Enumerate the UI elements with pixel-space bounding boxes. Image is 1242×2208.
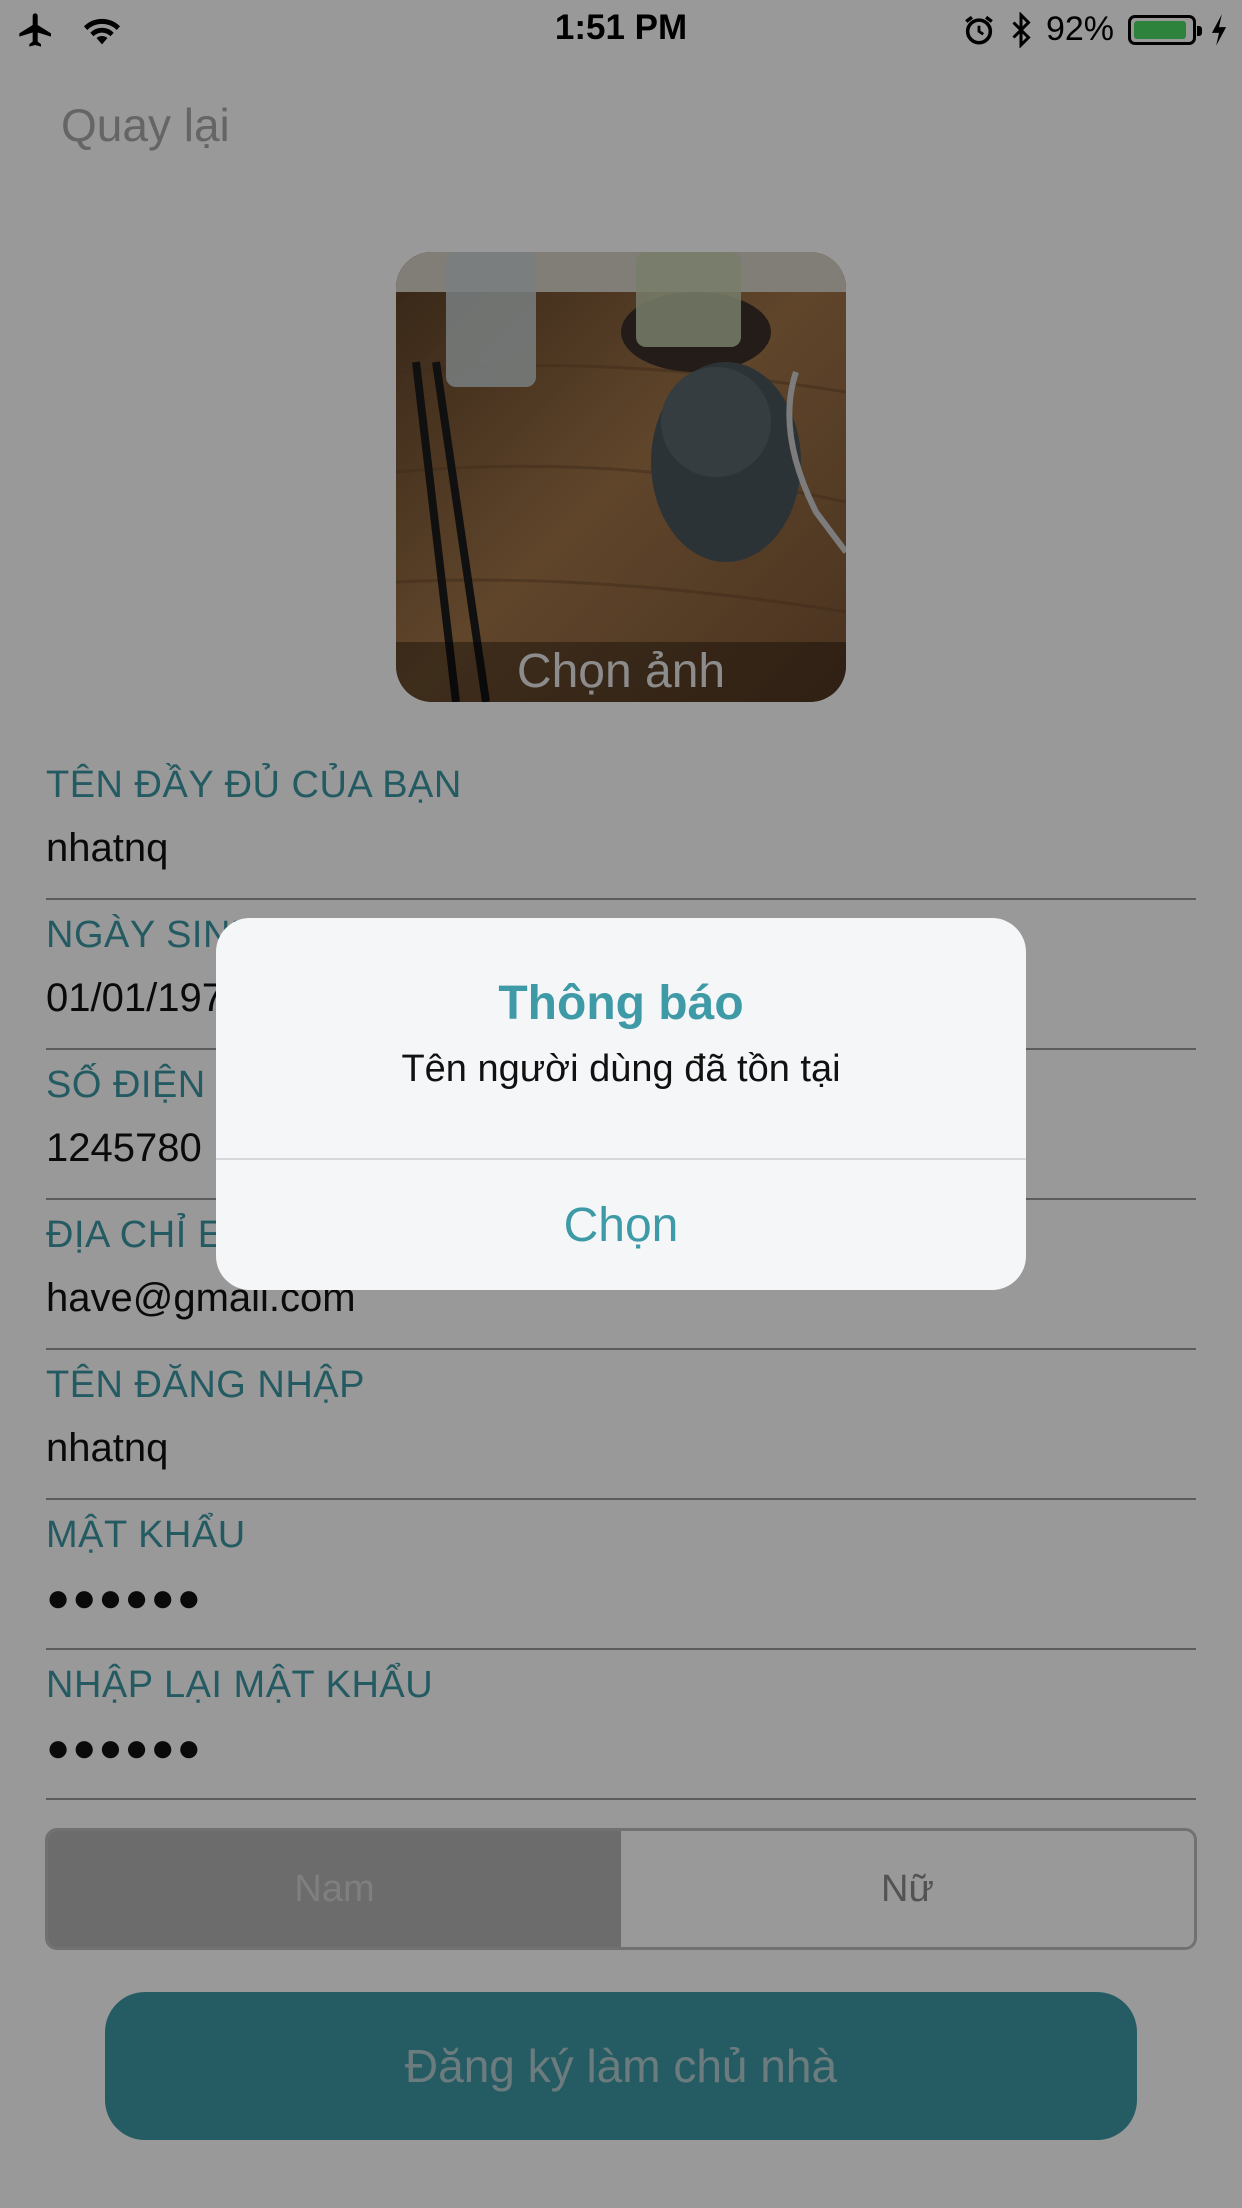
alert-title: Thông báo bbox=[498, 977, 744, 1030]
alert-message: Tên người dùng đã tồn tại bbox=[401, 1048, 841, 1090]
alert-ok-button[interactable]: Chọn bbox=[216, 1160, 1026, 1290]
alert-dialog: Thông báo Tên người dùng đã tồn tại Chọn bbox=[216, 918, 1026, 1290]
